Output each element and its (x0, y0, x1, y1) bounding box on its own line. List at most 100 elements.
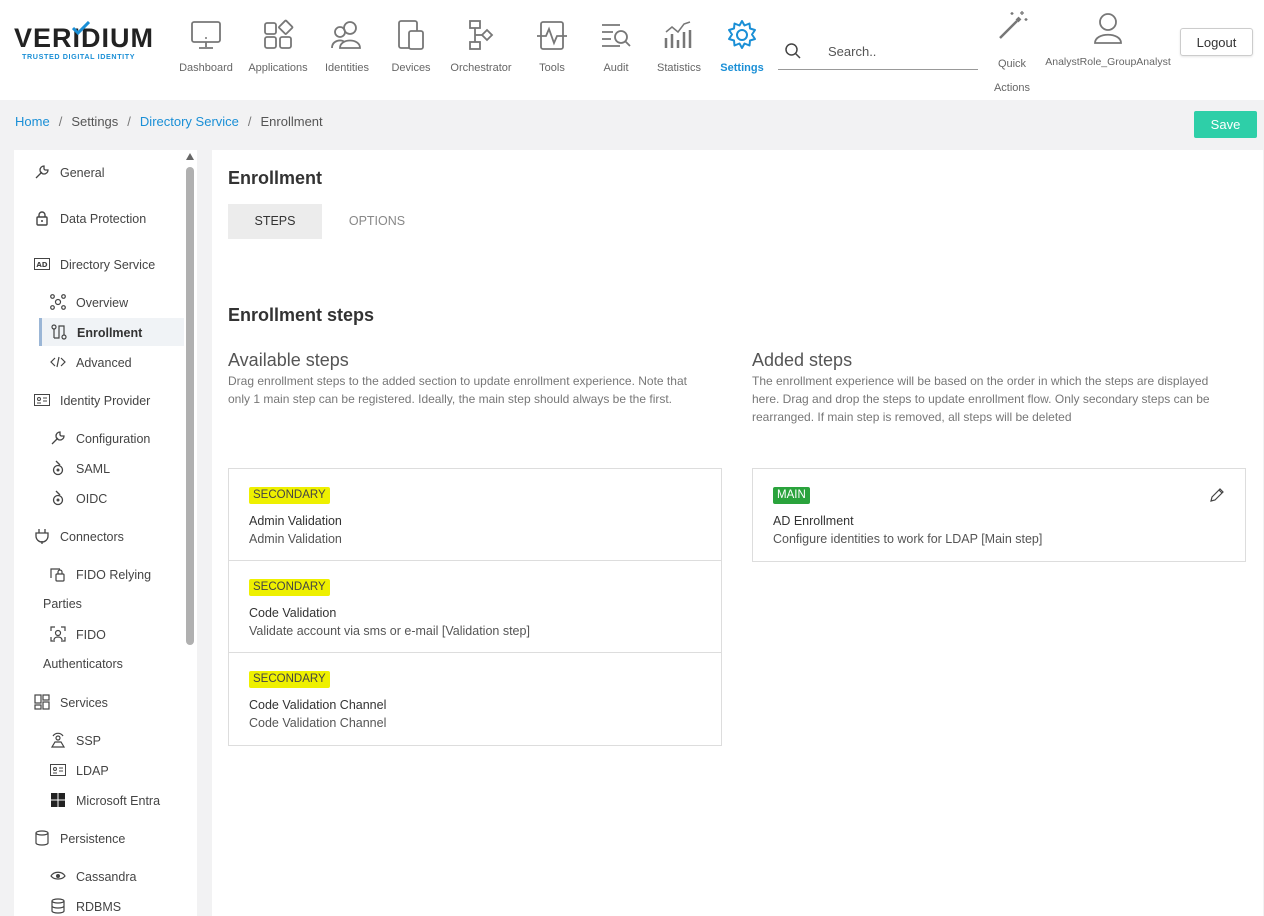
sidebar-item-fido-relying-parties[interactable]: FIDO Relying (14, 560, 184, 588)
saml-icon (52, 460, 64, 476)
main-badge: MAIN (773, 487, 810, 504)
user-menu[interactable]: AnalystRole_GroupAnalyst (1042, 10, 1174, 68)
ssp-icon (50, 732, 66, 748)
pulse-icon (537, 21, 567, 50)
sidebar-item-services[interactable]: Services (14, 688, 184, 716)
step-description: Admin Validation (249, 532, 342, 546)
sidebar-item-ssp[interactable]: SSP (14, 726, 184, 754)
secondary-badge: SECONDARY (249, 487, 330, 504)
ad-icon: AD (34, 258, 50, 270)
nav-settings[interactable]: Settings (705, 18, 779, 74)
sidebar-item-advanced[interactable]: Advanced (14, 348, 184, 376)
pencil-icon[interactable] (1209, 487, 1225, 503)
secondary-badge: SECONDARY (249, 579, 330, 596)
top-navigation-bar: VERIDIUM TRUSTED DIGITAL IDENTITY Dashbo… (0, 0, 1264, 100)
rdbms-icon (51, 898, 65, 914)
fido-lock-icon (50, 568, 65, 582)
available-steps-list: SECONDARY Admin Validation Admin Validat… (228, 468, 722, 746)
sidebar-item-saml[interactable]: SAML (14, 454, 184, 482)
audit-icon (602, 24, 631, 47)
step-card-code-validation[interactable]: SECONDARY Code Validation Validate accou… (229, 561, 721, 653)
wrench-icon (35, 165, 49, 179)
windows-icon (51, 793, 65, 807)
nav-identities[interactable]: Identities (310, 18, 384, 74)
nav-devices[interactable]: Devices (374, 18, 448, 74)
sidebar-item-label: General (60, 166, 105, 180)
sidebar-scrollbar-thumb[interactable] (186, 167, 194, 645)
save-button[interactable]: Save (1194, 111, 1257, 138)
sidebar-item-persistence[interactable]: Persistence (14, 824, 184, 852)
page-title: Enrollment (228, 168, 323, 188)
sidebar-item-connectors[interactable]: Connectors (14, 522, 184, 550)
breadcrumb-current: Enrollment (260, 114, 323, 129)
breadcrumb-directory-service[interactable]: Directory Service (140, 114, 239, 129)
sidebar-item-label: Configuration (76, 432, 151, 446)
sidebar-item-directory-service[interactable]: AD Directory Service (14, 250, 184, 278)
sidebar-item-label: SAML (76, 462, 111, 476)
breadcrumb: Home / Settings / Directory Service / Enrollme… (15, 114, 323, 129)
sidebar-item-label-continued: Parties (43, 597, 82, 611)
sidebar-item-cassandra[interactable]: Cassandra (14, 862, 184, 890)
main-panel: Enrollment STEPS OPTIONS Enrollment step… (212, 150, 1263, 916)
breadcrumb-separator: / (58, 114, 63, 129)
flow-icon (469, 20, 494, 50)
added-steps-description: The enrollment experience will be based … (752, 374, 1210, 424)
logout-button[interactable]: Logout (1180, 28, 1253, 56)
step-card-ad-enrollment[interactable]: MAIN AD Enrollment Configure identities … (753, 469, 1245, 561)
sidebar-item-configuration[interactable]: Configuration (14, 424, 184, 452)
nav-label: Applications (248, 62, 308, 74)
sidebar-item-label: Identity Provider (60, 394, 151, 408)
quick-actions[interactable]: Quick Actions (988, 8, 1036, 100)
nav-label: Settings (720, 62, 764, 74)
sidebar-item-microsoft-entra[interactable]: Microsoft Entra (14, 786, 184, 814)
step-name: AD Enrollment (773, 514, 854, 528)
nav-label: Tools (539, 62, 565, 74)
sidebar-item-general[interactable]: General (14, 158, 184, 186)
ldap-icon (50, 764, 66, 776)
tab-steps[interactable]: STEPS (228, 204, 322, 239)
search-input[interactable] (828, 38, 968, 64)
database-icon (35, 830, 49, 846)
nav-applications[interactable]: Applications (241, 18, 315, 74)
nav-label: Identities (324, 62, 370, 74)
sidebar-item-ldap[interactable]: LDAP (14, 756, 184, 784)
scroll-up-arrow-icon[interactable] (186, 153, 194, 160)
step-description: Configure identities to work for LDAP [M… (773, 532, 1043, 546)
nav-dashboard[interactable]: Dashboard (169, 18, 243, 74)
step-description: Validate account via sms or e-mail [Vali… (249, 624, 530, 638)
enrollment-flow-icon (51, 324, 67, 340)
search-icon (785, 43, 801, 59)
sidebar-item-fido-authenticators[interactable]: FIDO (14, 620, 184, 648)
veridium-logo[interactable]: VERIDIUM TRUSTED DIGITAL IDENTITY (14, 21, 159, 70)
step-card-admin-validation[interactable]: SECONDARY Admin Validation Admin Validat… (229, 469, 721, 561)
search-box (778, 34, 978, 70)
nav-orchestrator[interactable]: Orchestrator (444, 18, 518, 74)
sidebar-item-oidc[interactable]: OIDC (14, 484, 184, 512)
nav-tools[interactable]: Tools (515, 18, 589, 74)
user-icon (1094, 13, 1122, 44)
sidebar-item-label: Microsoft Entra (76, 794, 161, 808)
gear-icon (728, 20, 756, 49)
sidebar-item-data-protection[interactable]: Data Protection (14, 204, 184, 232)
tab-options[interactable]: OPTIONS (332, 204, 422, 239)
breadcrumb-home[interactable]: Home (15, 114, 50, 129)
sidebar-item-label: FIDO Relying (76, 568, 152, 582)
sidebar-item-label: Directory Service (60, 258, 156, 272)
brand-tagline: TRUSTED DIGITAL IDENTITY (22, 52, 136, 61)
sidebar-item-identity-provider[interactable]: Identity Provider (14, 386, 184, 414)
eye-icon (50, 871, 66, 880)
sidebar-item-label: Services (60, 696, 108, 710)
oidc-icon (52, 490, 64, 506)
magic-wand-icon (999, 11, 1028, 39)
wrench-icon (51, 431, 65, 445)
network-icon (50, 294, 66, 310)
step-name: Admin Validation (249, 514, 342, 528)
lock-icon (36, 211, 48, 226)
sidebar-item-overview[interactable]: Overview (14, 288, 184, 316)
breadcrumb-separator: / (127, 114, 131, 129)
step-description: Code Validation Channel (249, 716, 387, 730)
sidebar-item-label: Overview (76, 296, 129, 310)
sidebar-item-enrollment[interactable]: Enrollment (39, 318, 184, 346)
sidebar-item-rdbms[interactable]: RDBMS (14, 892, 184, 916)
step-card-code-validation-channel[interactable]: SECONDARY Code Validation Channel Code V… (229, 653, 721, 745)
